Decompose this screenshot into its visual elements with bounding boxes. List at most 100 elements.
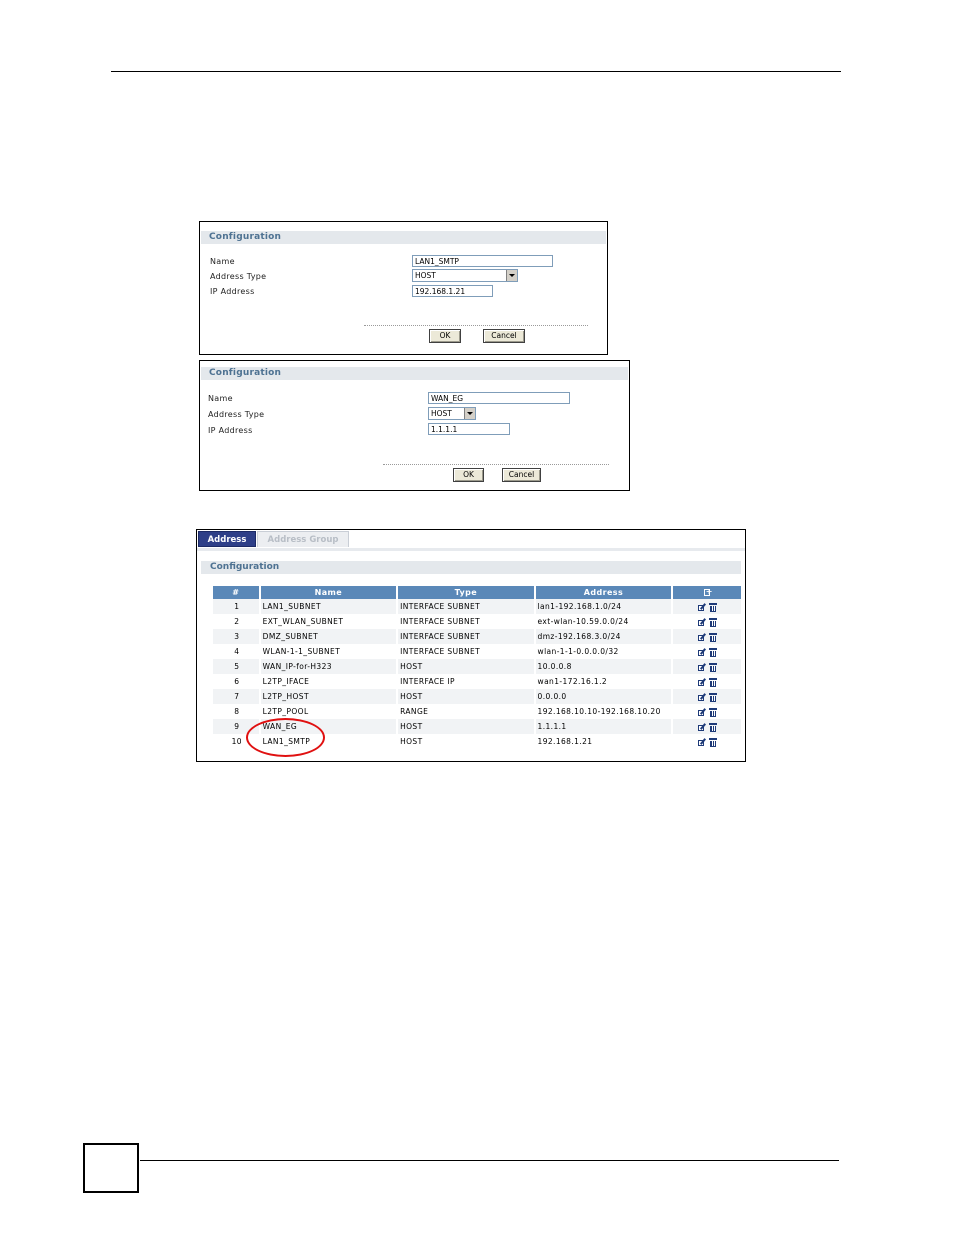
edit-icon[interactable] [698, 678, 707, 687]
row-address: 192.168.1.21 [535, 734, 672, 749]
chevron-down-icon[interactable] [506, 270, 517, 281]
address-type-value: HOST [415, 271, 436, 280]
cancel-button[interactable]: Cancel [483, 329, 525, 343]
panel-title: Configuration [201, 367, 628, 380]
row-actions [673, 704, 741, 719]
row-type: INTERFACE SUBNET [398, 599, 534, 614]
table-row[interactable]: 5 WAN_IP-for-H323 HOST 10.0.0.8 [213, 659, 741, 674]
row-type: HOST [398, 689, 534, 704]
edit-icon[interactable] [698, 618, 707, 627]
row-actions [673, 734, 741, 749]
row-address: ext-wlan-10.59.0.0/24 [535, 614, 672, 629]
add-icon[interactable] [703, 585, 713, 598]
ip-address-label: IP Address [208, 426, 253, 435]
ok-button[interactable]: OK [429, 329, 461, 343]
row-address: 10.0.0.8 [535, 659, 672, 674]
tab-address[interactable]: Address [198, 531, 256, 547]
page-number-box [83, 1143, 139, 1193]
row-number: 6 [213, 674, 259, 689]
row-address: 192.168.10.10-192.168.10.20 [535, 704, 672, 719]
row-type: HOST [398, 719, 534, 734]
row-actions [673, 719, 741, 734]
row-name: EXT_WLAN_SUBNET [260, 614, 397, 629]
table-row[interactable]: 10 LAN1_SMTP HOST 192.168.1.21 [213, 734, 741, 749]
column-header-address[interactable]: Address [535, 586, 672, 599]
tab-bar: Address Address Group [197, 530, 745, 551]
row-type: INTERFACE IP [398, 674, 534, 689]
page-header-rule [111, 71, 841, 72]
row-address: lan1-192.168.1.0/24 [535, 599, 672, 614]
delete-icon[interactable] [709, 677, 718, 687]
table-row[interactable]: 2 EXT_WLAN_SUBNET INTERFACE SUBNET ext-wlan… [213, 614, 741, 629]
row-name: LAN1_SMTP [260, 734, 397, 749]
edit-icon[interactable] [698, 648, 707, 657]
ip-address-field[interactable]: 1.1.1.1 [428, 423, 510, 435]
delete-icon[interactable] [709, 602, 718, 612]
row-number: 9 [213, 719, 259, 734]
row-name: L2TP_HOST [260, 689, 397, 704]
delete-icon[interactable] [709, 617, 718, 627]
column-header-type[interactable]: Type [398, 586, 534, 599]
row-actions [673, 674, 741, 689]
address-list-panel: Address Address Group Configuration # Na… [196, 529, 746, 762]
page-footer-rule [140, 1160, 839, 1161]
edit-icon[interactable] [698, 633, 707, 642]
row-type: RANGE [398, 704, 534, 719]
address-type-select[interactable]: HOST [428, 407, 476, 420]
address-type-select[interactable]: HOST [412, 269, 518, 282]
table-row[interactable]: 4 WLAN-1-1_SUBNET INTERFACE SUBNET wlan-1-1… [213, 644, 741, 659]
delete-icon[interactable] [709, 692, 718, 702]
column-header-actions [673, 585, 741, 599]
panel-title: Configuration [201, 231, 606, 244]
table-row[interactable]: 8 L2TP_POOL RANGE 192.168.10.10-192.168.10.… [213, 704, 741, 719]
column-header-number[interactable]: # [213, 586, 259, 599]
address-type-label: Address Type [210, 272, 267, 281]
row-name: LAN1_SUBNET [260, 599, 397, 614]
edit-icon[interactable] [698, 603, 707, 612]
row-type: INTERFACE SUBNET [398, 614, 534, 629]
table-row[interactable]: 6 L2TP_IFACE INTERFACE IP wan1-172.16.1.2 [213, 674, 741, 689]
section-title: Configuration [201, 561, 741, 574]
name-label: Name [210, 257, 235, 266]
column-header-name[interactable]: Name [260, 586, 397, 599]
delete-icon[interactable] [709, 722, 718, 732]
row-type: INTERFACE SUBNET [398, 644, 534, 659]
row-address: wlan-1-1-0.0.0.0/32 [535, 644, 672, 659]
name-field[interactable]: LAN1_SMTP [412, 255, 553, 267]
name-field[interactable]: WAN_EG [428, 392, 570, 404]
row-number: 1 [213, 599, 259, 614]
ip-address-field[interactable]: 192.168.1.21 [412, 285, 493, 297]
table-row[interactable]: 7 L2TP_HOST HOST 0.0.0.0 [213, 689, 741, 704]
row-number: 8 [213, 704, 259, 719]
edit-icon[interactable] [698, 693, 707, 702]
row-name: L2TP_IFACE [260, 674, 397, 689]
row-actions [673, 644, 741, 659]
row-name: WLAN-1-1_SUBNET [260, 644, 397, 659]
table-row[interactable]: 9 WAN_EG HOST 1.1.1.1 [213, 719, 741, 734]
edit-icon[interactable] [698, 663, 707, 672]
name-label: Name [208, 394, 233, 403]
cancel-button[interactable]: Cancel [502, 468, 541, 482]
delete-icon[interactable] [709, 632, 718, 642]
row-number: 3 [213, 629, 259, 644]
ok-button[interactable]: OK [453, 468, 484, 482]
row-number: 7 [213, 689, 259, 704]
table-row[interactable]: 3 DMZ_SUBNET INTERFACE SUBNET dmz-192.168.3… [213, 629, 741, 644]
row-number: 10 [213, 734, 259, 749]
table-row[interactable]: 1 LAN1_SUBNET INTERFACE SUBNET lan1-192.168… [213, 599, 741, 614]
row-type: INTERFACE SUBNET [398, 629, 534, 644]
edit-icon[interactable] [698, 708, 707, 717]
edit-icon[interactable] [698, 723, 707, 732]
tab-address-group[interactable]: Address Group [257, 531, 349, 547]
delete-icon[interactable] [709, 647, 718, 657]
row-address: dmz-192.168.3.0/24 [535, 629, 672, 644]
row-name: L2TP_POOL [260, 704, 397, 719]
edit-icon[interactable] [698, 738, 707, 747]
delete-icon[interactable] [709, 662, 718, 672]
delete-icon[interactable] [709, 707, 718, 717]
row-type: HOST [398, 734, 534, 749]
delete-icon[interactable] [709, 737, 718, 747]
row-address: 1.1.1.1 [535, 719, 672, 734]
address-table: # Name Type Address 1LAN1_SUBNETINTERFAC… [211, 585, 743, 749]
chevron-down-icon[interactable] [464, 408, 475, 419]
